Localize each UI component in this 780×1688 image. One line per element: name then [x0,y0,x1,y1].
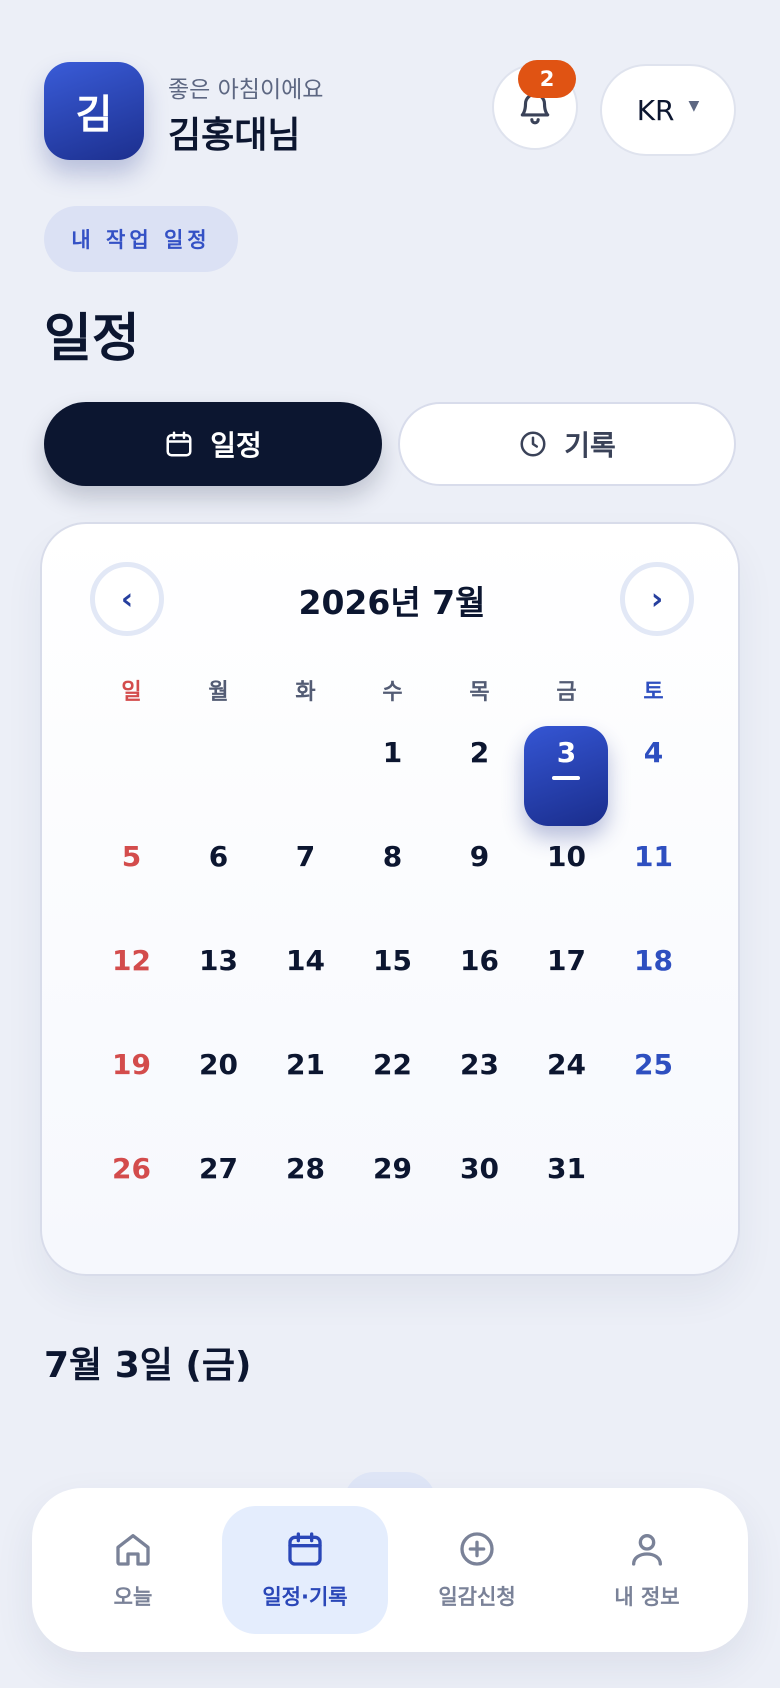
weekday-wed: 수 [382,680,403,705]
section-chip: 내 작업 일정 [44,206,238,272]
avatar-initial: 김 [75,92,113,138]
chevron-right-icon: › [650,581,664,617]
tab-record[interactable]: 기록 [398,402,736,486]
nav-item-label: 내 정보 [614,1585,680,1609]
calendar-day[interactable]: 8 [349,840,436,880]
home-icon [116,1534,150,1566]
calendar-day[interactable]: 27 [175,1152,262,1192]
calendar-day[interactable]: 7 [262,840,349,880]
calendar-icon [166,431,192,457]
nav-item-apply[interactable]: 일감신청 [394,1506,560,1634]
header: 김 좋은 아침이에요 김홍대님 2 KR ▼ [44,60,736,160]
nav-item-label: 오늘 [113,1585,153,1609]
calendar-day[interactable]: 12 [88,944,175,984]
next-month-button[interactable]: › [620,562,694,636]
calendar-day[interactable]: 21 [262,1048,349,1088]
weekday-mon: 월 [208,680,229,705]
calendar-card: ‹ 2026년 7월 › 일 월 화 수 목 금 토 1 2 3 4 5 6 7… [40,522,740,1276]
calendar-day[interactable]: 16 [436,944,523,984]
calendar-day[interactable]: 20 [175,1048,262,1088]
calendar-day[interactable]: 5 [88,840,175,880]
plus-circle-icon [460,1532,494,1566]
calendar-day-selected[interactable]: 3 [523,736,610,776]
calendar-day[interactable]: 2 [436,736,523,776]
prev-month-button[interactable]: ‹ [90,562,164,636]
notification-badge: 2 [518,60,576,98]
nav-item-today[interactable]: 오늘 [50,1506,216,1634]
tab-record-label: 기록 [564,429,616,462]
calendar-day[interactable]: 29 [349,1152,436,1192]
language-selector[interactable]: KR ▼ [600,64,736,156]
nav-item-schedule[interactable]: 일정·기록 [222,1506,388,1634]
weekday-header: 일 월 화 수 목 금 토 [42,674,742,714]
selected-date-heading: 7월 3일 (금) [44,1345,252,1386]
greeting-text: 좋은 아침이에요 [168,77,324,103]
avatar[interactable]: 김 [44,62,144,160]
bottom-nav: 오늘 일정·기록 일감신청 내 정보 [32,1488,748,1652]
calendar-day[interactable]: 18 [610,944,697,984]
calendar-day[interactable]: 26 [88,1152,175,1192]
calendar-day[interactable]: 24 [523,1048,610,1088]
calendar-day[interactable]: 1 [349,736,436,776]
weekday-tue: 화 [295,680,316,705]
calendar-day[interactable]: 30 [436,1152,523,1192]
calendar-day[interactable]: 14 [262,944,349,984]
nav-item-profile[interactable]: 내 정보 [564,1506,730,1634]
weekday-thu: 목 [469,680,490,705]
calendar-day[interactable]: 10 [523,840,610,880]
today-indicator [552,776,580,780]
user-name: 김홍대님 [168,115,301,156]
month-label: 2026년 7월 [298,583,486,622]
user-icon [632,1534,662,1566]
tab-schedule[interactable]: 일정 [44,402,382,486]
nav-item-label: 일감신청 [438,1585,516,1609]
calendar-day[interactable]: 11 [610,840,697,880]
chevron-down-icon: ▼ [688,98,700,114]
weekday-fri: 금 [556,680,577,705]
calendar-day[interactable]: 4 [610,736,697,776]
calendar-day[interactable]: 6 [175,840,262,880]
chevron-left-icon: ‹ [120,581,134,617]
calendar-day[interactable]: 13 [175,944,262,984]
weekday-sun: 일 [121,680,142,705]
calendar-day[interactable]: 15 [349,944,436,984]
calendar-day[interactable]: 25 [610,1048,697,1088]
page-title: 일정 [44,309,140,369]
calendar-icon [288,1532,322,1566]
calendar-day[interactable]: 9 [436,840,523,880]
weekday-sat: 토 [643,680,664,705]
clock-icon [520,431,546,457]
calendar-day[interactable]: 28 [262,1152,349,1192]
calendar-day[interactable]: 17 [523,944,610,984]
tab-schedule-label: 일정 [210,429,262,462]
calendar-day[interactable]: 31 [523,1152,610,1192]
calendar-day[interactable]: 19 [88,1048,175,1088]
nav-item-label: 일정·기록 [262,1585,348,1609]
language-label: KR [636,93,675,127]
calendar-day[interactable]: 23 [436,1048,523,1088]
calendar-day[interactable]: 22 [349,1048,436,1088]
